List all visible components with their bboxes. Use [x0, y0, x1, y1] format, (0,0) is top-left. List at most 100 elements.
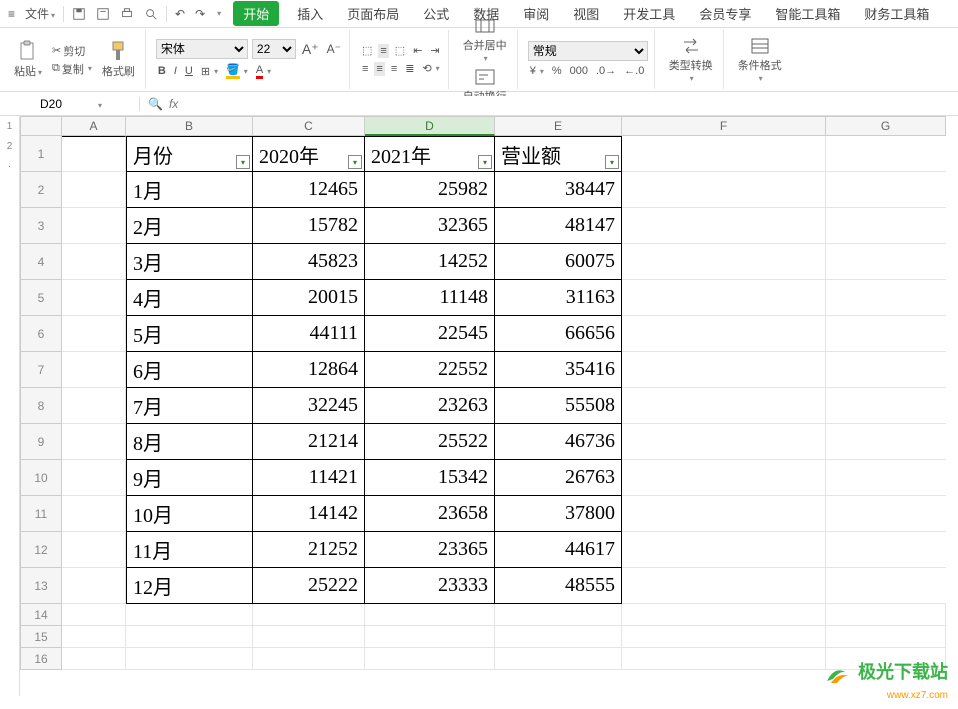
row-header[interactable]: 8: [20, 388, 62, 424]
row-header[interactable]: 6: [20, 316, 62, 352]
save-icon[interactable]: [68, 5, 90, 23]
copy-button[interactable]: ⧉复制: [50, 60, 94, 78]
fill-color-button[interactable]: 🪣: [224, 62, 250, 80]
cell[interactable]: [826, 280, 946, 316]
cell[interactable]: 3月: [126, 244, 253, 280]
tab-review[interactable]: 审阅: [517, 1, 555, 26]
cell[interactable]: 11421: [253, 460, 365, 496]
indent-decrease-icon[interactable]: ⇤: [411, 43, 424, 58]
cell[interactable]: 10月: [126, 496, 253, 532]
cell[interactable]: 4月: [126, 280, 253, 316]
cell[interactable]: 14252: [365, 244, 495, 280]
cell[interactable]: [62, 352, 126, 388]
cell[interactable]: [365, 648, 495, 670]
cell[interactable]: 44617: [495, 532, 622, 568]
cell[interactable]: 1月: [126, 172, 253, 208]
row-header[interactable]: 5: [20, 280, 62, 316]
tab-layout[interactable]: 页面布局: [341, 1, 405, 26]
align-bottom-icon[interactable]: ⬚: [393, 43, 407, 58]
cell[interactable]: 2月: [126, 208, 253, 244]
cell[interactable]: [826, 244, 946, 280]
grid[interactable]: 1月份▾2020年▾2021年▾营业额▾21月12465259823844732…: [20, 136, 946, 670]
cell[interactable]: [622, 460, 826, 496]
cell[interactable]: [62, 496, 126, 532]
cell[interactable]: 7月: [126, 388, 253, 424]
cell[interactable]: [253, 604, 365, 626]
cell[interactable]: [495, 626, 622, 648]
align-right-icon[interactable]: ≡: [389, 62, 399, 76]
font-name-select[interactable]: 宋体: [156, 39, 248, 59]
cell[interactable]: 月份▾: [126, 136, 253, 172]
font-size-select[interactable]: 22: [252, 39, 296, 59]
filter-button[interactable]: ▾: [478, 155, 492, 169]
cell[interactable]: 11148: [365, 280, 495, 316]
row-header[interactable]: 4: [20, 244, 62, 280]
align-left-icon[interactable]: ≡: [360, 62, 370, 76]
row-header[interactable]: 14: [20, 604, 62, 626]
formula-input[interactable]: [184, 96, 884, 111]
cell[interactable]: [622, 626, 826, 648]
cell[interactable]: [62, 604, 126, 626]
cell[interactable]: 11月: [126, 532, 253, 568]
col-header-B[interactable]: B: [126, 116, 253, 136]
col-header-G[interactable]: G: [826, 116, 946, 136]
align-top-icon[interactable]: ⬚: [360, 43, 374, 58]
percent-icon[interactable]: %: [550, 64, 564, 78]
cell[interactable]: 66656: [495, 316, 622, 352]
underline-button[interactable]: U: [183, 64, 195, 78]
indent-increase-icon[interactable]: ⇥: [428, 43, 441, 58]
cell[interactable]: [62, 626, 126, 648]
cell[interactable]: [62, 532, 126, 568]
col-header-E[interactable]: E: [495, 116, 622, 136]
cell[interactable]: 32365: [365, 208, 495, 244]
cell[interactable]: 38447: [495, 172, 622, 208]
name-box-dropdown[interactable]: [96, 97, 102, 111]
align-center-icon[interactable]: ≡: [374, 62, 384, 76]
cell[interactable]: [622, 352, 826, 388]
currency-icon[interactable]: ¥: [528, 64, 546, 78]
row-header[interactable]: 2: [20, 172, 62, 208]
row-header[interactable]: 15: [20, 626, 62, 648]
cell[interactable]: [826, 316, 946, 352]
cell[interactable]: [62, 424, 126, 460]
menu-icon[interactable]: ≡: [4, 5, 19, 23]
cell[interactable]: [62, 316, 126, 352]
cell[interactable]: [826, 424, 946, 460]
cell[interactable]: [826, 460, 946, 496]
increase-decimal-icon[interactable]: .0→: [594, 64, 618, 78]
cell[interactable]: [826, 532, 946, 568]
cell[interactable]: 12月: [126, 568, 253, 604]
cell[interactable]: 22545: [365, 316, 495, 352]
cell[interactable]: 营业额▾: [495, 136, 622, 172]
border-button[interactable]: ⊞: [199, 64, 220, 79]
font-color-button[interactable]: A: [254, 63, 273, 80]
col-header-F[interactable]: F: [622, 116, 826, 136]
cut-button[interactable]: ✂剪切: [50, 42, 94, 60]
cell[interactable]: 12864: [253, 352, 365, 388]
tab-start[interactable]: 开始: [233, 1, 279, 26]
tab-devtools[interactable]: 开发工具: [617, 1, 681, 26]
cell[interactable]: 48147: [495, 208, 622, 244]
name-box[interactable]: [0, 97, 140, 111]
outline-level-2[interactable]: 2: [0, 136, 19, 156]
cell[interactable]: [826, 568, 946, 604]
cell[interactable]: 25982: [365, 172, 495, 208]
cell[interactable]: [253, 626, 365, 648]
format-painter-button[interactable]: 格式刷: [98, 38, 139, 81]
cell[interactable]: 12465: [253, 172, 365, 208]
fx-search-icon[interactable]: 🔍: [148, 97, 163, 111]
merge-center-button[interactable]: 合并居中: [459, 14, 511, 65]
cell[interactable]: [826, 136, 946, 172]
cell[interactable]: [622, 388, 826, 424]
name-box-input[interactable]: [6, 97, 96, 111]
print-preview-icon[interactable]: [140, 5, 162, 23]
cell[interactable]: [253, 648, 365, 670]
cell[interactable]: [622, 496, 826, 532]
cell[interactable]: 21214: [253, 424, 365, 460]
cell[interactable]: [622, 136, 826, 172]
col-header-D[interactable]: D: [365, 116, 495, 136]
increase-font-icon[interactable]: A⁺: [300, 40, 321, 59]
cell[interactable]: [62, 388, 126, 424]
cell[interactable]: 23658: [365, 496, 495, 532]
cell[interactable]: 6月: [126, 352, 253, 388]
